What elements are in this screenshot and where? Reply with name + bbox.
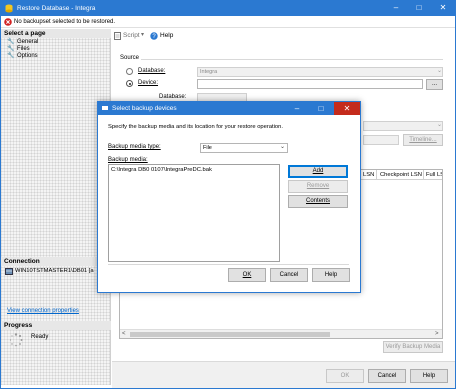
scrollbar-thumb[interactable]: [130, 332, 330, 337]
dialog-icon: [101, 105, 109, 111]
main-title-bar: Restore Database - Integra – □ ✕: [1, 1, 455, 16]
grid-col-divider: [423, 170, 424, 180]
footer-bar: OK Cancel Help: [112, 361, 455, 388]
wrench-icon: 🔧: [7, 39, 15, 45]
select-backup-devices-dialog: Select backup devices – □ ✕ Specify the …: [97, 101, 361, 293]
verify-backup-media-button[interactable]: Verify Backup Media: [383, 341, 443, 353]
grid-col-divider: [376, 170, 377, 180]
ok-button[interactable]: OK: [326, 369, 364, 383]
page-item-label: General: [17, 39, 39, 45]
progress-status: Ready: [31, 334, 49, 340]
page-item-label: Files: [17, 46, 30, 52]
wrench-icon: 🔧: [7, 46, 15, 52]
chevron-down-icon[interactable]: ▾: [141, 31, 144, 38]
minimize-button[interactable]: –: [386, 1, 406, 16]
database-icon: [5, 4, 13, 13]
dialog-help-button[interactable]: Help: [312, 268, 350, 282]
dialog-ok-button[interactable]: OK: [228, 268, 266, 282]
scroll-left-icon[interactable]: <: [122, 330, 126, 339]
add-button[interactable]: Add: [288, 165, 348, 178]
backup-media-list[interactable]: C:\Integra DB0 0107\IntegraPreDC.bak: [108, 164, 280, 262]
script-icon: [114, 32, 121, 40]
destination-database-select[interactable]: [363, 121, 443, 131]
view-connection-link[interactable]: View connection properties: [7, 308, 79, 315]
backup-media-item[interactable]: C:\Integra DB0 0107\IntegraPreDC.bak: [111, 167, 212, 174]
dialog-title-bar: Select backup devices – □ ✕: [98, 102, 360, 115]
dialog-title: Select backup devices: [112, 105, 177, 112]
connection-header: Connection: [1, 257, 111, 266]
help-toolbar-button[interactable]: Help: [160, 32, 173, 40]
cancel-button[interactable]: Cancel: [368, 369, 406, 383]
database-select[interactable]: Integra: [197, 67, 443, 77]
spinner-icon: [9, 333, 23, 347]
timeline-button[interactable]: Timeline...: [403, 134, 443, 146]
grid-col-header[interactable]: Checkpoint LSN: [380, 171, 422, 179]
device-radio[interactable]: [126, 80, 133, 87]
dialog-cancel-button[interactable]: Cancel: [270, 268, 308, 282]
dialog-instruction: Specify the backup media and its locatio…: [108, 124, 283, 130]
wrench-icon: 🔧: [7, 53, 15, 59]
chevron-down-icon: ⌄: [437, 122, 443, 128]
browse-device-button[interactable]: ...: [426, 79, 443, 90]
toolbar: Script ▾ ? Help: [112, 29, 455, 43]
page-item-files[interactable]: 🔧 Files: [7, 46, 107, 53]
select-page-header: Select a page: [1, 29, 111, 38]
media-type-label: Backup media type:: [108, 144, 161, 150]
media-type-select[interactable]: File: [200, 143, 288, 153]
database-radio[interactable]: [126, 68, 133, 75]
server-name: WIN10TSTMASTER1\DB01 [a: [15, 268, 94, 274]
grid-col-header[interactable]: Full LS: [426, 171, 442, 179]
database-label: Database:: [138, 68, 166, 74]
device-label: Device:: [138, 80, 159, 86]
page-item-general[interactable]: 🔧 General: [7, 39, 107, 46]
device-field[interactable]: [197, 79, 423, 89]
chevron-down-icon: ⌄: [280, 144, 286, 150]
left-pane: Select a page 🔧 General 🔧 Files 🔧 Option…: [1, 29, 111, 385]
dialog-close-button[interactable]: ✕: [334, 102, 360, 115]
source-database-label: Database:: [159, 94, 187, 100]
page-item-options[interactable]: 🔧 Options: [7, 53, 107, 60]
backup-media-label: Backup media:: [108, 157, 148, 163]
scroll-right-icon[interactable]: >: [435, 330, 439, 339]
grid-col-header[interactable]: LSN: [363, 171, 374, 179]
help-icon: ?: [150, 32, 158, 40]
dialog-minimize-button[interactable]: –: [286, 102, 308, 115]
progress-header: Progress: [1, 321, 111, 330]
warning-bar: No backupset selected to be restored.: [1, 16, 455, 28]
source-divider: [141, 59, 443, 60]
help-button[interactable]: Help: [410, 369, 448, 383]
dialog-footer-divider: [108, 264, 349, 265]
restore-to-field: [363, 135, 399, 145]
chevron-down-icon: ⌄: [437, 68, 443, 74]
source-label: Source: [120, 55, 140, 61]
main-window-title: Restore Database - Integra: [17, 5, 96, 12]
dialog-maximize-button[interactable]: □: [310, 102, 332, 115]
horizontal-scrollbar[interactable]: < >: [120, 329, 442, 338]
maximize-button[interactable]: □: [409, 1, 429, 16]
contents-button[interactable]: Contents: [288, 195, 348, 208]
error-icon: [4, 18, 12, 26]
remove-button[interactable]: Remove: [288, 180, 348, 193]
server-icon: [5, 268, 13, 275]
radio-dot: [128, 82, 131, 85]
close-button[interactable]: ✕: [432, 1, 454, 16]
script-button[interactable]: Script: [123, 32, 140, 40]
warning-text: No backupset selected to be restored.: [14, 19, 116, 25]
page-item-label: Options: [17, 53, 38, 59]
